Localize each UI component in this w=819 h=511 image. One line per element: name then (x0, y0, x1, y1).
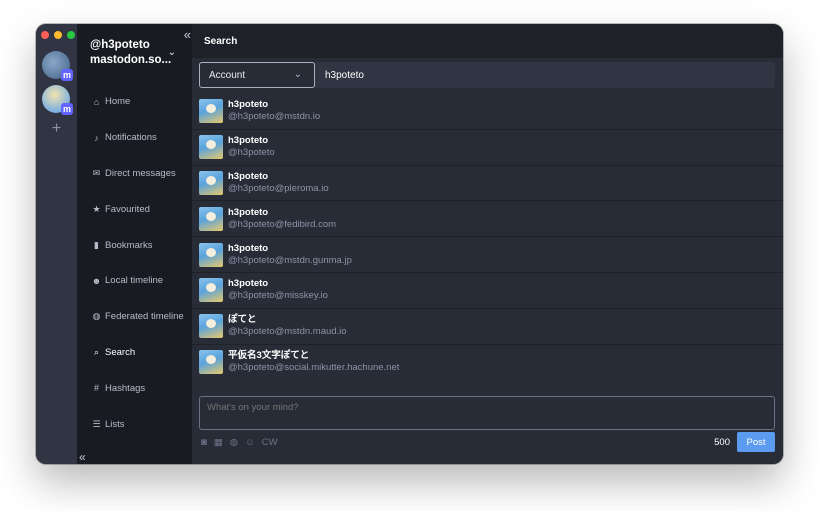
mastodon-icon: m (61, 69, 73, 81)
sidebar: « @h3poteto mastodon.so... ⌄ ⌂ Home ♪ No… (77, 24, 192, 464)
users-icon: ☻ (91, 275, 102, 286)
list-item[interactable]: 平仮名3文字ぽてと @h3poteto@social.mikutter.hachu… (192, 345, 783, 381)
sidebar-item-label: Bookmarks (105, 239, 153, 251)
post-button[interactable]: Post (737, 432, 775, 452)
list-item[interactable]: h3poteto @h3poteto (192, 130, 783, 166)
sidebar-item-label: Notifications (105, 132, 157, 144)
hash-icon: # (93, 383, 99, 394)
avatar[interactable] (199, 350, 223, 375)
account-handle: @h3poteto@pleroma.io (228, 182, 329, 194)
chevron-down-icon: ⌄ (293, 69, 302, 80)
account-name: @h3poteto (90, 39, 150, 51)
star-icon: ★ (92, 203, 101, 214)
compose-toolbar: ◙ ▦ ◍ ☺ CW 500 Post (201, 432, 775, 452)
display-name: h3poteto (228, 99, 269, 111)
account-switcher: m m + (36, 24, 77, 464)
list-item[interactable]: h3poteto @h3poteto@misskey.io (192, 273, 783, 309)
collapse-sidebar-button[interactable]: « (184, 27, 191, 42)
account-handle: @h3poteto@mstdn.maud.io (228, 326, 347, 338)
sidebar-item-home[interactable]: ⌂ Home (77, 84, 192, 120)
sidebar-item-search[interactable]: ⌕ Search (77, 335, 192, 371)
sidebar-item-label: Direct messages (105, 167, 176, 179)
display-name: h3poteto (228, 242, 269, 254)
list-item[interactable]: h3poteto @h3poteto@fedibird.com (192, 201, 783, 238)
account-handle: @h3poteto@mstdn.io (228, 111, 321, 123)
sidebar-item-label: Search (105, 346, 136, 358)
maximize-window-button[interactable] (67, 31, 75, 39)
search-type-select[interactable]: Account ⌄ (199, 62, 315, 88)
list-item[interactable]: h3poteto @h3poteto@mstdn.io (192, 94, 783, 130)
close-window-button[interactable] (41, 31, 49, 39)
search-type-value: Account (209, 69, 246, 81)
avatar[interactable] (199, 99, 223, 124)
list-item[interactable]: ぽてと @h3poteto@mstdn.maud.io (192, 309, 783, 345)
emoji-icon[interactable]: ☺ (245, 437, 255, 448)
sidebar-item-favourited[interactable]: ★ Favourited (77, 191, 192, 227)
search-bar: Account ⌄ (199, 62, 775, 88)
window-controls (41, 31, 75, 39)
account-avatar-1[interactable]: m (42, 51, 73, 81)
avatar[interactable] (199, 278, 223, 303)
avatar[interactable] (199, 314, 223, 339)
minimize-window-button[interactable] (54, 31, 62, 39)
compose-textarea[interactable] (199, 396, 775, 430)
sidebar-item-label: Hashtags (105, 382, 146, 394)
avatar[interactable] (199, 170, 223, 195)
globe-icon: ◍ (92, 311, 101, 322)
display-name: ぽてと (228, 314, 257, 326)
account-server: mastodon.so... (90, 54, 172, 66)
page-title: Search (192, 24, 783, 58)
bell-icon: ♪ (94, 132, 99, 143)
display-name: h3poteto (228, 206, 269, 218)
main-panel: Search Account ⌄ h3poteto@h3poteto@mstdn… (192, 24, 783, 464)
list-item[interactable]: h3poteto @h3poteto@pleroma.io (192, 166, 783, 202)
sidebar-item-label: Home (105, 96, 131, 108)
chevron-down-icon: ⌄ (167, 47, 176, 58)
account-handle: @h3poteto@mstdn.gunma.jp (228, 254, 352, 266)
sidebar-item-label: Local timeline (105, 275, 164, 287)
display-name: h3poteto (228, 170, 269, 182)
cw-button[interactable]: CW (262, 437, 278, 448)
sidebar-item-label: Favourited (105, 203, 150, 215)
avatar[interactable] (199, 135, 223, 160)
sidebar-item-bookmarks[interactable]: ▮ Bookmarks (77, 227, 192, 263)
character-counter: 500 (714, 436, 730, 448)
avatar[interactable] (199, 242, 223, 267)
account-handle: @h3poteto@social.mikutter.hachune.net (228, 362, 400, 374)
sidebar-item-hashtags[interactable]: # Hashtags (77, 370, 192, 406)
home-icon: ⌂ (93, 96, 100, 107)
add-account-button[interactable]: + (36, 120, 77, 138)
collapse-menu-button[interactable]: « (79, 450, 86, 464)
sidebar-item-label: Federated timeline (105, 311, 184, 323)
sidebar-item-notifications[interactable]: ♪ Notifications (77, 120, 192, 156)
avatar[interactable] (199, 206, 223, 231)
sidebar-menu: ⌂ Home ♪ Notifications ✉ Direct messages… (77, 84, 192, 442)
globe-icon[interactable]: ◍ (230, 437, 238, 448)
account-handle: @h3poteto@misskey.io (228, 290, 328, 302)
camera-icon[interactable]: ◙ (201, 437, 207, 448)
sidebar-item-local-timeline[interactable]: ☻ Local timeline (77, 263, 192, 299)
poll-icon[interactable]: ▦ (214, 437, 223, 448)
list-icon: ☰ (92, 418, 101, 429)
sidebar-item-label: Lists (105, 418, 125, 430)
display-name: 平仮名3文字ぽてと (228, 350, 310, 362)
search-results: h3poteto @h3poteto@mstdn.io h3poteto @h3po… (192, 94, 783, 380)
display-name: h3poteto (228, 278, 269, 290)
account-header[interactable]: @h3poteto mastodon.so... ⌄ (77, 24, 192, 68)
list-item[interactable]: h3poteto @h3poteto@mstdn.gunma.jp (192, 237, 783, 273)
sidebar-item-lists[interactable]: ☰ Lists (77, 406, 192, 442)
display-name: h3poteto (228, 135, 269, 147)
account-avatar-2[interactable]: m (42, 85, 73, 115)
search-input[interactable] (315, 62, 775, 88)
sidebar-item-direct-messages[interactable]: ✉ Direct messages (77, 156, 192, 192)
envelope-icon: ✉ (92, 167, 101, 178)
account-handle: @h3poteto (228, 147, 275, 159)
bookmark-icon: ▮ (94, 239, 99, 250)
search-icon: ⌕ (93, 346, 100, 357)
account-handle: @h3poteto@fedibird.com (228, 218, 337, 230)
sidebar-item-federated-timeline[interactable]: ◍ Federated timeline (77, 299, 192, 335)
app-window: m m + « @h3poteto mastodon.so... ⌄ ⌂ Hom… (36, 24, 783, 464)
mastodon-icon: m (61, 103, 73, 115)
